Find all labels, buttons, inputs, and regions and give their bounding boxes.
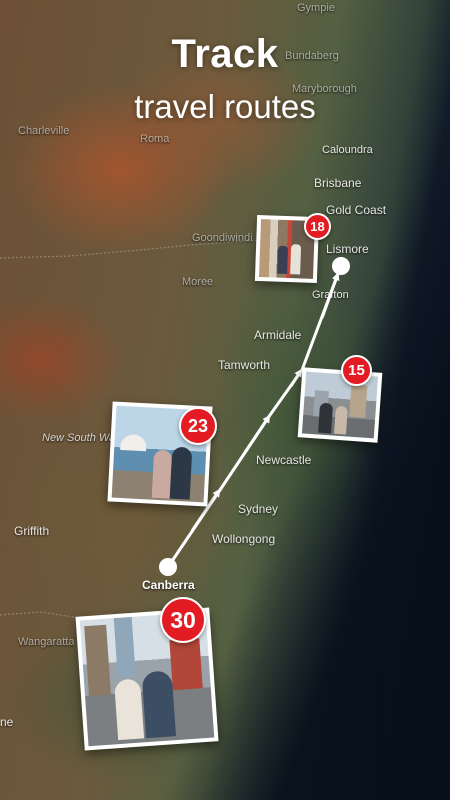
travel-route: [159, 257, 350, 576]
photo-count-badge-30: 30: [160, 597, 206, 643]
photo-count-badge-15: 15: [341, 355, 372, 386]
route-arrow-4: [320, 272, 340, 319]
route-arrow-2: [242, 414, 271, 455]
route-end-point: [332, 257, 350, 275]
onboarding-screen: Track travel routes Bundaberg Maryboroug…: [0, 0, 450, 800]
photo-count-badge-18: 18: [304, 213, 331, 240]
route-start-point: [159, 558, 177, 576]
photo-count-badge-23: 23: [179, 407, 217, 445]
route-arrow-3: [289, 368, 303, 387]
